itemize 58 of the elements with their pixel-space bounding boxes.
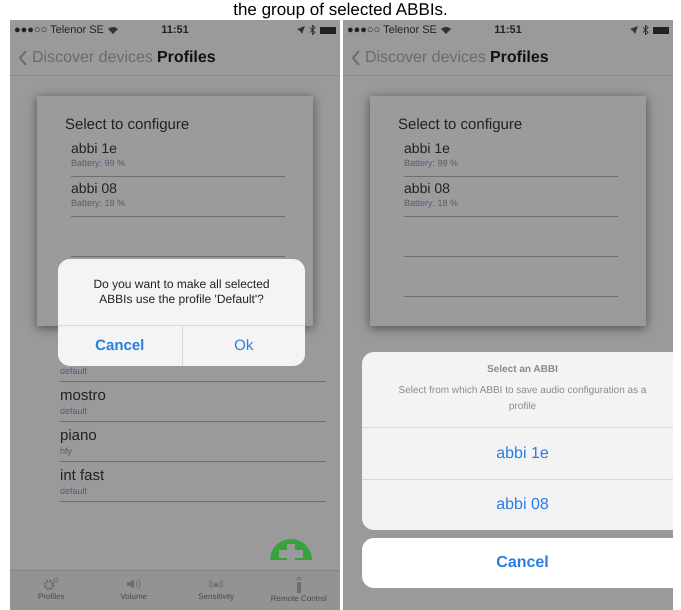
device-row[interactable]: abbi 08 Battery: 18 % (404, 176, 618, 216)
sheet-option[interactable]: abbi 1e (362, 428, 673, 479)
tab-item[interactable]: Volume (92, 571, 175, 610)
location-arrow-icon (297, 26, 305, 34)
gear-icon (42, 577, 60, 591)
profile-name: mostro (60, 386, 107, 404)
tab-item[interactable]: Profiles (10, 571, 92, 610)
device-name: abbi 1e (71, 140, 118, 156)
clock-text: 11:51 (494, 22, 522, 38)
cancel-button[interactable]: Cancel (362, 538, 673, 588)
wifi-icon (440, 26, 451, 34)
add-button[interactable] (270, 538, 312, 560)
profile-type: hfy (60, 444, 74, 458)
back-chevron-icon[interactable] (351, 50, 361, 66)
battery-text: Battery: 99 % (404, 156, 460, 170)
tab-item[interactable]: Remote Control (258, 571, 340, 610)
alert-button[interactable]: Cancel (58, 326, 182, 366)
profile-row[interactable]: mostro default (60, 382, 326, 422)
back-chevron-icon[interactable] (18, 50, 28, 66)
profile-name: piano (60, 426, 98, 444)
caption-text: the group of selected ABBIs. (233, 0, 448, 20)
alert-button[interactable]: Ok (182, 326, 305, 366)
card-title: Select to configure (398, 115, 524, 135)
card-title: Select to configure (65, 115, 190, 135)
alert-message: Do you want to make all selected ABBIs use the profile 'Default'? (92, 276, 271, 308)
bluetooth-icon (642, 25, 649, 35)
battery-text: Battery: 99 % (71, 156, 126, 170)
screen-title: Profiles (156, 48, 216, 68)
sheet-title: Select an ABBI (487, 363, 558, 377)
signal-waves-icon (207, 577, 226, 591)
bluetooth-icon (309, 25, 316, 35)
device-name: abbi 08 (71, 180, 118, 196)
profile-row[interactable]: piano hfy (60, 422, 326, 462)
device-row[interactable]: abbi 1e Battery: 99 % (71, 136, 285, 176)
carrier-text: ●●●○○ Telenor SE (14, 22, 104, 38)
speaker-icon (124, 577, 143, 591)
battery-icon (320, 26, 336, 34)
screen-title: Profiles (490, 48, 549, 68)
tab-item[interactable]: Sensitivity (175, 571, 258, 610)
remote-icon (294, 577, 304, 593)
profile-type: default (60, 484, 88, 498)
device-row[interactable]: abbi 1e Battery: 99 % (404, 136, 618, 176)
clock-text: 11:51 (161, 22, 189, 38)
wifi-icon (108, 26, 118, 34)
device-row[interactable]: abbi 08 Battery: 18 % (71, 176, 285, 216)
sheet-option[interactable]: abbi 08 (362, 479, 673, 530)
carrier-text: ●●●○○ Telenor SE (347, 22, 437, 38)
battery-text: Battery: 18 % (404, 196, 460, 210)
profile-type: default (60, 364, 88, 378)
location-arrow-icon (630, 26, 638, 34)
sheet-message: Select from which ABBI to save audio configuration as a profile (398, 384, 648, 414)
battery-text: Battery: 18 % (71, 196, 126, 210)
device-name: abbi 08 (404, 180, 451, 196)
profile-row[interactable]: int fast default (60, 462, 326, 502)
profile-type: default (60, 404, 88, 418)
battery-icon (653, 26, 669, 34)
profile-name: int fast (60, 466, 106, 484)
device-name: abbi 1e (404, 140, 451, 156)
